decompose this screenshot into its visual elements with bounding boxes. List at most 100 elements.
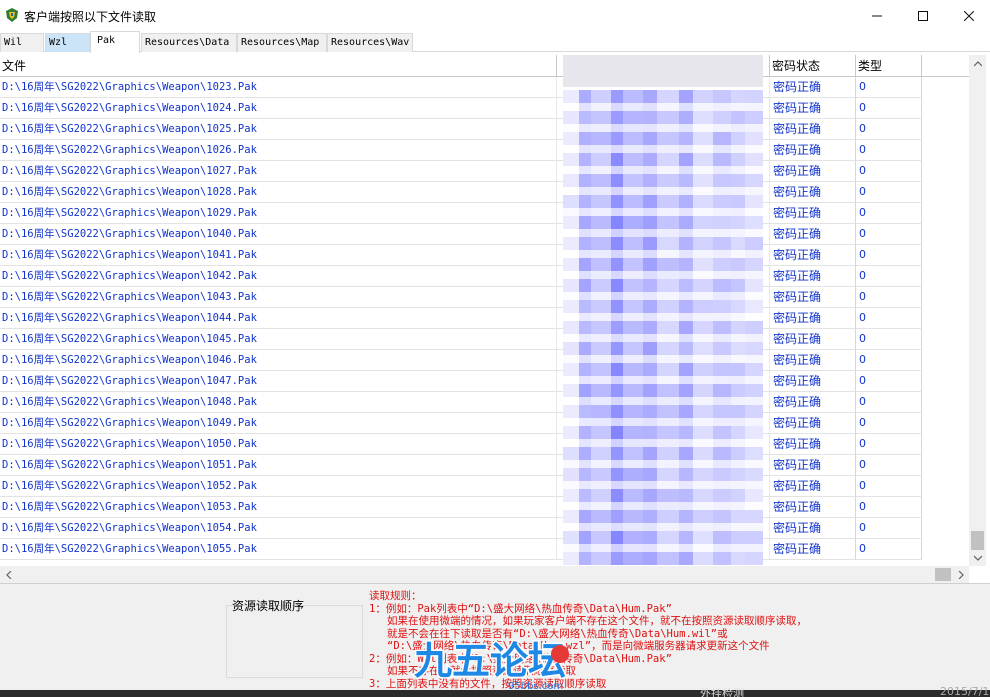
column-header-status[interactable]: 密码状态 [770,55,856,77]
horizontal-scrollbar[interactable] [0,566,969,583]
type-cell: 0 [856,266,922,287]
password-cell [557,518,770,539]
password-status-cell: 密码正确 [770,182,856,203]
type-cell: 0 [856,308,922,329]
rules-line: 1：例如：Pak列表中“D:\盛大网络\热血传奇\Data\Hum.Pak” [369,602,672,615]
password-cell [557,476,770,497]
tab-resources-wav[interactable]: Resources\Wav [327,33,413,52]
type-cell: 0 [856,371,922,392]
tab-resources-data[interactable]: Resources\Data [141,33,237,52]
type-cell: 0 [856,350,922,371]
vertical-scrollbar[interactable] [969,55,986,566]
table-row[interactable]: D:\16周年\SG2022\Graphics\Weapon\1048.Pak 密… [0,392,969,413]
password-cell [557,329,770,350]
minimize-button[interactable] [854,0,900,31]
column-header-password[interactable] [557,55,770,77]
file-path-cell: D:\16周年\SG2022\Graphics\Weapon\1040.Pak [0,224,557,245]
password-status-cell: 密码正确 [770,455,856,476]
table-row[interactable]: D:\16周年\SG2022\Graphics\Weapon\1049.Pak 密… [0,413,969,434]
background-window-date: 2015/7/1 [940,685,990,697]
table-row[interactable]: D:\16周年\SG2022\Graphics\Weapon\1024.Pak 密… [0,98,969,119]
file-path-cell: D:\16周年\SG2022\Graphics\Weapon\1048.Pak [0,392,557,413]
file-path-cell: D:\16周年\SG2022\Graphics\Weapon\1043.Pak [0,287,557,308]
type-cell: 0 [856,287,922,308]
table-row[interactable]: D:\16周年\SG2022\Graphics\Weapon\1028.Pak 密… [0,182,969,203]
password-cell [557,413,770,434]
table-row[interactable]: D:\16周年\SG2022\Graphics\Weapon\1054.Pak 密… [0,518,969,539]
file-path-cell: D:\16周年\SG2022\Graphics\Weapon\1028.Pak [0,182,557,203]
vertical-scroll-thumb[interactable] [971,531,984,550]
table-row[interactable]: D:\16周年\SG2022\Graphics\Weapon\1023.Pak 密… [0,77,969,98]
table-row[interactable]: D:\16周年\SG2022\Graphics\Weapon\1043.Pak 密… [0,287,969,308]
tab-resources-map[interactable]: Resources\Map [237,33,327,52]
table-row[interactable]: D:\16周年\SG2022\Graphics\Weapon\1047.Pak 密… [0,371,969,392]
table-row[interactable]: D:\16周年\SG2022\Graphics\Weapon\1045.Pak 密… [0,329,969,350]
table-row[interactable]: D:\16周年\SG2022\Graphics\Weapon\1050.Pak 密… [0,434,969,455]
password-cell [557,161,770,182]
file-path-cell: D:\16周年\SG2022\Graphics\Weapon\1055.Pak [0,539,557,560]
tab-pak[interactable]: Pak [90,31,140,53]
password-cell [557,539,770,560]
table-row[interactable]: D:\16周年\SG2022\Graphics\Weapon\1044.Pak 密… [0,308,969,329]
table-row[interactable]: D:\16周年\SG2022\Graphics\Weapon\1027.Pak 密… [0,161,969,182]
close-icon [964,10,974,21]
type-cell: 0 [856,392,922,413]
password-status-cell: 密码正确 [770,392,856,413]
file-path-cell: D:\16周年\SG2022\Graphics\Weapon\1045.Pak [0,329,557,350]
password-cell [557,182,770,203]
password-status-cell: 密码正确 [770,203,856,224]
password-cell [557,287,770,308]
table-row[interactable]: D:\16周年\SG2022\Graphics\Weapon\1052.Pak 密… [0,476,969,497]
tab-wzl[interactable]: Wzl [45,33,90,52]
table-row[interactable]: D:\16周年\SG2022\Graphics\Weapon\1051.Pak 密… [0,455,969,476]
password-status-cell: 密码正确 [770,308,856,329]
password-status-cell: 密码正确 [770,98,856,119]
table-row[interactable]: D:\16周年\SG2022\Graphics\Weapon\1042.Pak 密… [0,266,969,287]
watermark-brand-text: 九五论坛 [414,639,566,683]
file-path-cell: D:\16周年\SG2022\Graphics\Weapon\1042.Pak [0,266,557,287]
scroll-left-arrow-icon[interactable] [0,566,17,583]
title-bar: 客户端按照以下文件读取 [0,0,990,31]
type-cell: 0 [856,245,922,266]
type-cell: 0 [856,518,922,539]
maximize-button[interactable] [900,0,946,31]
password-status-cell: 密码正确 [770,350,856,371]
table-row[interactable]: D:\16周年\SG2022\Graphics\Weapon\1046.Pak 密… [0,350,969,371]
table-row[interactable]: D:\16周年\SG2022\Graphics\Weapon\1053.Pak 密… [0,497,969,518]
table-row[interactable]: D:\16周年\SG2022\Graphics\Weapon\1026.Pak 密… [0,140,969,161]
password-cell [557,392,770,413]
tab-wil[interactable]: Wil [0,33,44,52]
password-status-cell: 密码正确 [770,476,856,497]
type-cell: 0 [856,413,922,434]
type-cell: 0 [856,539,922,560]
column-header-file[interactable]: 文件 [0,55,557,77]
table-row[interactable]: D:\16周年\SG2022\Graphics\Weapon\1025.Pak 密… [0,119,969,140]
table-row[interactable]: D:\16周年\SG2022\Graphics\Weapon\1029.Pak 密… [0,203,969,224]
password-status-cell: 密码正确 [770,518,856,539]
file-path-cell: D:\16周年\SG2022\Graphics\Weapon\1050.Pak [0,434,557,455]
rules-line: 读取规则： [369,590,422,602]
table-row[interactable]: D:\16周年\SG2022\Graphics\Weapon\1041.Pak 密… [0,245,969,266]
scroll-right-arrow-icon[interactable] [952,566,969,583]
scroll-down-arrow-icon[interactable] [969,549,986,566]
type-cell: 0 [856,140,922,161]
scroll-up-arrow-icon[interactable] [969,55,986,72]
file-path-cell: D:\16周年\SG2022\Graphics\Weapon\1024.Pak [0,98,557,119]
file-path-cell: D:\16周年\SG2022\Graphics\Weapon\1023.Pak [0,77,557,98]
password-cell [557,308,770,329]
file-path-cell: D:\16周年\SG2022\Graphics\Weapon\1049.Pak [0,413,557,434]
password-cell [557,497,770,518]
table-row[interactable]: D:\16周年\SG2022\Graphics\Weapon\1055.Pak 密… [0,539,969,560]
resource-order-list[interactable] [226,605,363,678]
file-path-cell: D:\16周年\SG2022\Graphics\Weapon\1046.Pak [0,350,557,371]
password-cell [557,266,770,287]
column-header-type[interactable]: 类型 [856,55,922,77]
close-button[interactable] [946,0,990,31]
list-header: 文件 密码状态 类型 [0,55,969,77]
file-list[interactable]: 文件 密码状态 类型 D:\16周年\SG2022\Graphics\Weapo… [0,55,969,566]
file-path-cell: D:\16周年\SG2022\Graphics\Weapon\1054.Pak [0,518,557,539]
password-cell [557,455,770,476]
horizontal-scroll-thumb[interactable] [935,568,951,581]
type-cell: 0 [856,77,922,98]
table-row[interactable]: D:\16周年\SG2022\Graphics\Weapon\1040.Pak 密… [0,224,969,245]
